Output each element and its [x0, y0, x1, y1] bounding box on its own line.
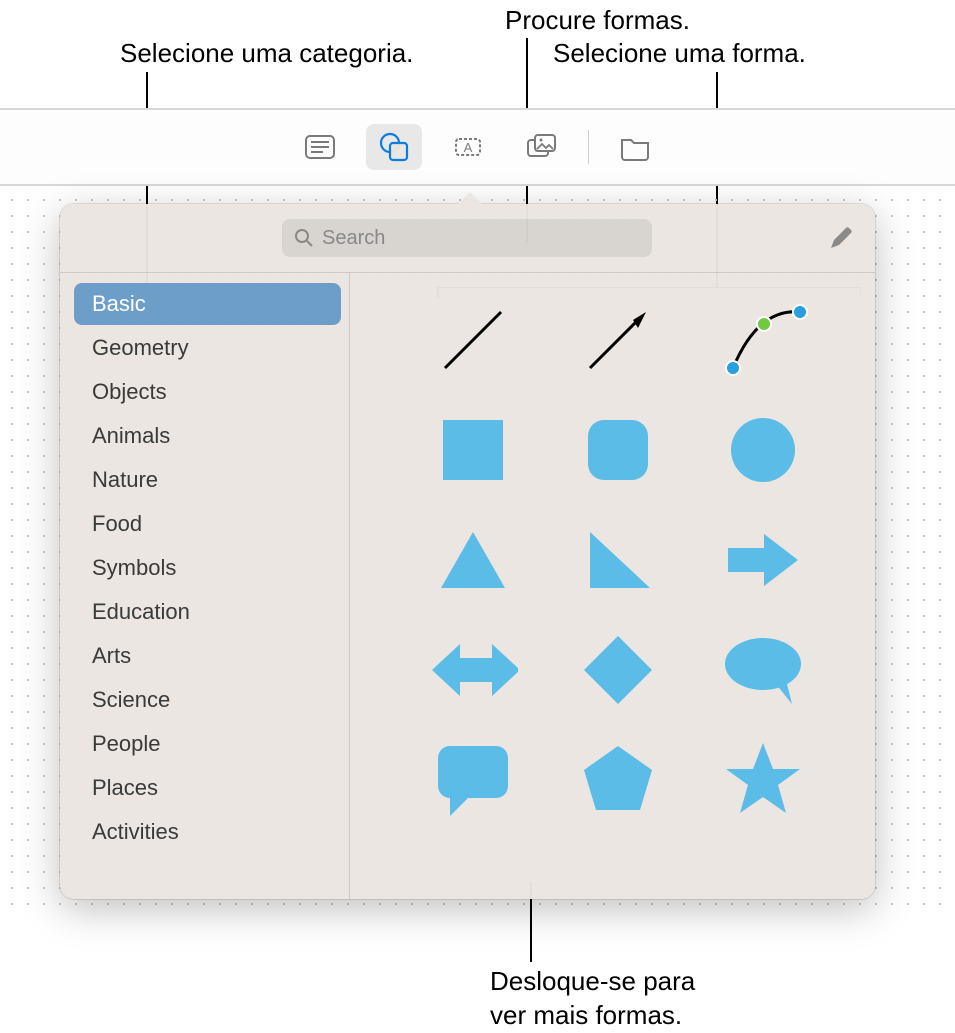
sidebar-item-label: Science: [92, 687, 170, 712]
shape-curve[interactable]: [718, 295, 808, 385]
edit-pen-icon[interactable]: [825, 222, 857, 254]
popover-body: Basic Geometry Objects Animals Nature Fo…: [60, 272, 875, 899]
shapes-grid[interactable]: [350, 273, 875, 899]
toolbar: A: [0, 108, 955, 186]
shape-diamond[interactable]: [573, 625, 663, 715]
toolbar-divider: [588, 130, 589, 164]
sidebar-item-label: Symbols: [92, 555, 176, 580]
sidebar-item-objects[interactable]: Objects: [74, 371, 341, 413]
sidebar-item-label: Arts: [92, 643, 131, 668]
sidebar-item-label: Nature: [92, 467, 158, 492]
sidebar-item-label: Objects: [92, 379, 167, 404]
sidebar-item-animals[interactable]: Animals: [74, 415, 341, 457]
popover-arrow: [458, 192, 482, 204]
shape-circle[interactable]: [718, 405, 808, 495]
sidebar-item-label: Food: [92, 511, 142, 536]
callout-search: Procure formas.: [505, 4, 690, 38]
callout-select-shape: Selecione uma forma.: [553, 37, 806, 71]
shape-arrow-right[interactable]: [718, 515, 808, 605]
shape-pentagon[interactable]: [573, 735, 663, 825]
svg-text:A: A: [464, 140, 473, 155]
sidebar-item-people[interactable]: People: [74, 723, 341, 765]
shape-speech-square[interactable]: [428, 735, 518, 825]
sidebar-item-geometry[interactable]: Geometry: [74, 327, 341, 369]
shapes-icon[interactable]: [366, 124, 422, 170]
sidebar-item-label: Places: [92, 775, 158, 800]
sidebar-item-places[interactable]: Places: [74, 767, 341, 809]
shape-right-triangle[interactable]: [573, 515, 663, 605]
callout-scroll: Desloque-se para ver mais formas.: [490, 965, 695, 1033]
sidebar-item-arts[interactable]: Arts: [74, 635, 341, 677]
shape-arrow-line[interactable]: [573, 295, 663, 385]
folder-icon[interactable]: [607, 124, 663, 170]
shape-square[interactable]: [428, 405, 518, 495]
popover-header: [60, 204, 875, 272]
sidebar-item-label: Geometry: [92, 335, 189, 360]
sidebar-item-education[interactable]: Education: [74, 591, 341, 633]
category-sidebar: Basic Geometry Objects Animals Nature Fo…: [60, 273, 350, 899]
textbox-icon[interactable]: A: [440, 124, 496, 170]
sidebar-item-label: Basic: [92, 291, 146, 316]
shape-triangle[interactable]: [428, 515, 518, 605]
sidebar-item-nature[interactable]: Nature: [74, 459, 341, 501]
callout-category: Selecione uma categoria.: [120, 37, 413, 71]
shapes-popover: Basic Geometry Objects Animals Nature Fo…: [60, 204, 875, 899]
sidebar-item-label: Activities: [92, 819, 179, 844]
sidebar-item-food[interactable]: Food: [74, 503, 341, 545]
sidebar-item-label: Animals: [92, 423, 170, 448]
sidebar-item-activities[interactable]: Activities: [74, 811, 341, 853]
shape-line[interactable]: [428, 295, 518, 385]
search-input[interactable]: [322, 227, 640, 250]
search-icon: [294, 228, 314, 248]
sidebar-item-basic[interactable]: Basic: [74, 283, 341, 325]
sidebar-item-label: People: [92, 731, 161, 756]
search-field[interactable]: [282, 219, 652, 257]
shape-double-arrow[interactable]: [428, 625, 518, 715]
shape-speech-oval[interactable]: [718, 625, 808, 715]
shape-star[interactable]: [718, 735, 808, 825]
shape-rounded-square[interactable]: [573, 405, 663, 495]
sidebar-item-science[interactable]: Science: [74, 679, 341, 721]
media-icon[interactable]: [514, 124, 570, 170]
sidebar-item-label: Education: [92, 599, 190, 624]
sidebar-item-symbols[interactable]: Symbols: [74, 547, 341, 589]
text-icon[interactable]: [292, 124, 348, 170]
